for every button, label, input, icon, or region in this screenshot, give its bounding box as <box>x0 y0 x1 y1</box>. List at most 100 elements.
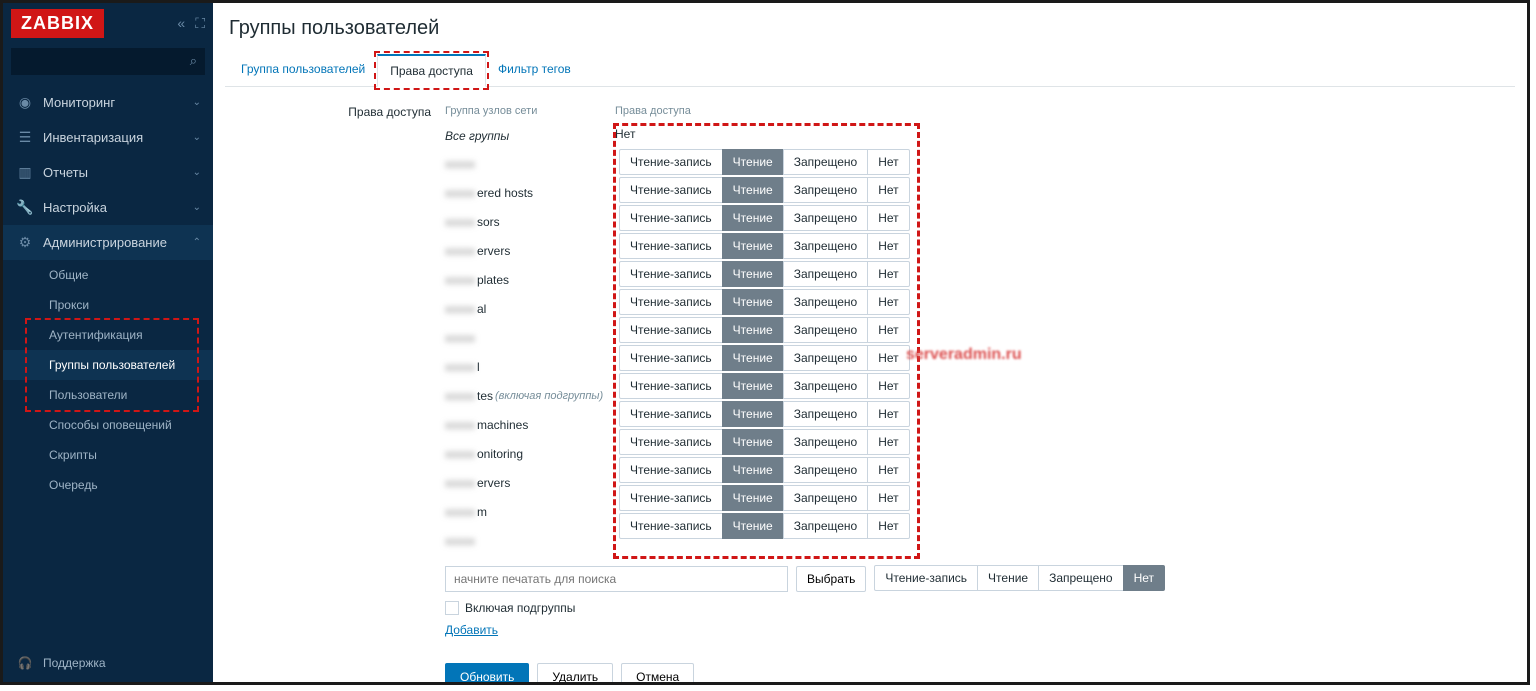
nav-reports[interactable]: ▥ Отчеты ⌄ <box>3 155 213 190</box>
sub-general[interactable]: Общие <box>3 260 213 290</box>
cancel-button[interactable]: Отмена <box>621 663 694 682</box>
perm-deny-button[interactable]: Запрещено <box>783 457 868 483</box>
hostgroup-name: xxxxxervers <box>445 236 615 265</box>
collapse-icon[interactable]: « <box>177 15 185 32</box>
sub-queue[interactable]: Очередь <box>3 470 213 500</box>
perm-none-button[interactable]: Нет <box>867 401 909 427</box>
nav-config[interactable]: 🔧 Настройка ⌄ <box>3 190 213 225</box>
hostgroup-name: xxxxxtes (включая подгруппы) <box>445 381 615 410</box>
perm-deny-button[interactable]: Запрещено <box>783 429 868 455</box>
perm-r-button[interactable]: Чтение <box>722 233 784 259</box>
form-label-permissions: Права доступа <box>345 103 445 119</box>
support-label: Поддержка <box>43 656 106 670</box>
perm-rw-button[interactable]: Чтение-запись <box>619 149 723 175</box>
perm-r-button[interactable]: Чтение <box>722 401 784 427</box>
perm-none-button[interactable]: Нет <box>1123 565 1165 591</box>
perm-rw-button[interactable]: Чтение-запись <box>619 401 723 427</box>
perm-r-button[interactable]: Чтение <box>722 317 784 343</box>
nav-monitoring[interactable]: ◉ Мониторинг ⌄ <box>3 85 213 120</box>
perm-rw-button[interactable]: Чтение-запись <box>619 317 723 343</box>
perm-none-button[interactable]: Нет <box>867 289 909 315</box>
delete-button[interactable]: Удалить <box>537 663 613 682</box>
brand-logo: ZABBIX <box>11 9 104 38</box>
select-button[interactable]: Выбрать <box>796 566 866 592</box>
perm-deny-button[interactable]: Запрещено <box>783 345 868 371</box>
chevron-down-icon: ⌄ <box>193 202 201 213</box>
perm-none-button[interactable]: Нет <box>867 205 909 231</box>
brand-row: ZABBIX « ⛶ <box>3 3 213 44</box>
sidebar-search-input[interactable] <box>11 48 205 75</box>
hostgroup-search-input[interactable] <box>445 566 788 592</box>
perm-rw-button[interactable]: Чтение-запись <box>619 373 723 399</box>
perm-r-button[interactable]: Чтение <box>722 457 784 483</box>
fullscreen-icon[interactable]: ⛶ <box>195 15 205 32</box>
perm-deny-button[interactable]: Запрещено <box>783 233 868 259</box>
perm-rw-button[interactable]: Чтение-запись <box>874 565 978 591</box>
sub-proxy[interactable]: Прокси <box>3 290 213 320</box>
perm-r-button[interactable]: Чтение <box>722 205 784 231</box>
perm-deny-button[interactable]: Запрещено <box>783 373 868 399</box>
perm-none-button[interactable]: Нет <box>867 513 909 539</box>
perm-deny-button[interactable]: Запрещено <box>783 261 868 287</box>
sub-usergroups[interactable]: Группы пользователей <box>3 350 213 380</box>
sub-users[interactable]: Пользователи <box>3 380 213 410</box>
perm-none-button[interactable]: Нет <box>867 457 909 483</box>
sub-auth[interactable]: Аутентификация <box>3 320 213 350</box>
hostgroup-name: xxxxxm <box>445 497 615 526</box>
perm-none-button[interactable]: Нет <box>867 149 909 175</box>
sub-scripts[interactable]: Скрипты <box>3 440 213 470</box>
perm-deny-button[interactable]: Запрещено <box>783 205 868 231</box>
tab-tagfilter[interactable]: Фильтр тегов <box>486 54 583 86</box>
perm-deny-button[interactable]: Запрещено <box>783 177 868 203</box>
perm-none-button[interactable]: Нет <box>867 345 909 371</box>
perm-rw-button[interactable]: Чтение-запись <box>619 513 723 539</box>
support-link[interactable]: 🎧 Поддержка <box>3 644 213 682</box>
perm-deny-button[interactable]: Запрещено <box>783 317 868 343</box>
perm-none-button[interactable]: Нет <box>867 485 909 511</box>
perm-none-button[interactable]: Нет <box>867 317 909 343</box>
perm-deny-button[interactable]: Запрещено <box>783 401 868 427</box>
include-subgroups-checkbox[interactable] <box>445 601 459 615</box>
perm-none-button[interactable]: Нет <box>867 177 909 203</box>
perm-none-button[interactable]: Нет <box>867 373 909 399</box>
perm-rw-button[interactable]: Чтение-запись <box>619 429 723 455</box>
perm-deny-button[interactable]: Запрещено <box>783 513 868 539</box>
perm-rw-button[interactable]: Чтение-запись <box>619 177 723 203</box>
perm-rw-button[interactable]: Чтение-запись <box>619 485 723 511</box>
tab-permissions[interactable]: Права доступа <box>377 54 486 87</box>
add-link[interactable]: Добавить <box>445 623 498 637</box>
perm-rw-button[interactable]: Чтение-запись <box>619 261 723 287</box>
perm-r-button[interactable]: Чтение <box>722 345 784 371</box>
perm-deny-button[interactable]: Запрещено <box>1038 565 1123 591</box>
perm-r-button[interactable]: Чтение <box>722 149 784 175</box>
perm-r-button[interactable]: Чтение <box>722 429 784 455</box>
permission-selector: Чтение-записьЧтениеЗапрещеноНет <box>619 233 910 259</box>
page-title: Группы пользователей <box>225 9 1515 54</box>
perm-rw-button[interactable]: Чтение-запись <box>619 233 723 259</box>
perm-r-button[interactable]: Чтение <box>722 177 784 203</box>
perm-none-button[interactable]: Нет <box>867 429 909 455</box>
perm-r-button[interactable]: Чтение <box>977 565 1039 591</box>
perm-r-button[interactable]: Чтение <box>722 261 784 287</box>
hostgroup-name: xxxxx <box>445 323 615 352</box>
perm-deny-button[interactable]: Запрещено <box>783 485 868 511</box>
permission-selector: Чтение-записьЧтениеЗапрещеноНет <box>619 345 910 371</box>
nav-inventory[interactable]: ☰ Инвентаризация ⌄ <box>3 120 213 155</box>
perm-rw-button[interactable]: Чтение-запись <box>619 345 723 371</box>
perm-deny-button[interactable]: Запрещено <box>783 289 868 315</box>
search-icon[interactable]: ⌕ <box>190 53 197 69</box>
perm-r-button[interactable]: Чтение <box>722 373 784 399</box>
perm-none-button[interactable]: Нет <box>867 233 909 259</box>
perm-rw-button[interactable]: Чтение-запись <box>619 457 723 483</box>
perm-r-button[interactable]: Чтение <box>722 513 784 539</box>
perm-r-button[interactable]: Чтение <box>722 289 784 315</box>
nav-admin[interactable]: ⚙ Администрирование ⌃ <box>3 225 213 260</box>
perm-none-button[interactable]: Нет <box>867 261 909 287</box>
perm-deny-button[interactable]: Запрещено <box>783 149 868 175</box>
tab-usergroup[interactable]: Группа пользователей <box>229 54 377 86</box>
perm-rw-button[interactable]: Чтение-запись <box>619 289 723 315</box>
perm-rw-button[interactable]: Чтение-запись <box>619 205 723 231</box>
sub-media[interactable]: Способы оповещений <box>3 410 213 440</box>
update-button[interactable]: Обновить <box>445 663 529 682</box>
perm-r-button[interactable]: Чтение <box>722 485 784 511</box>
